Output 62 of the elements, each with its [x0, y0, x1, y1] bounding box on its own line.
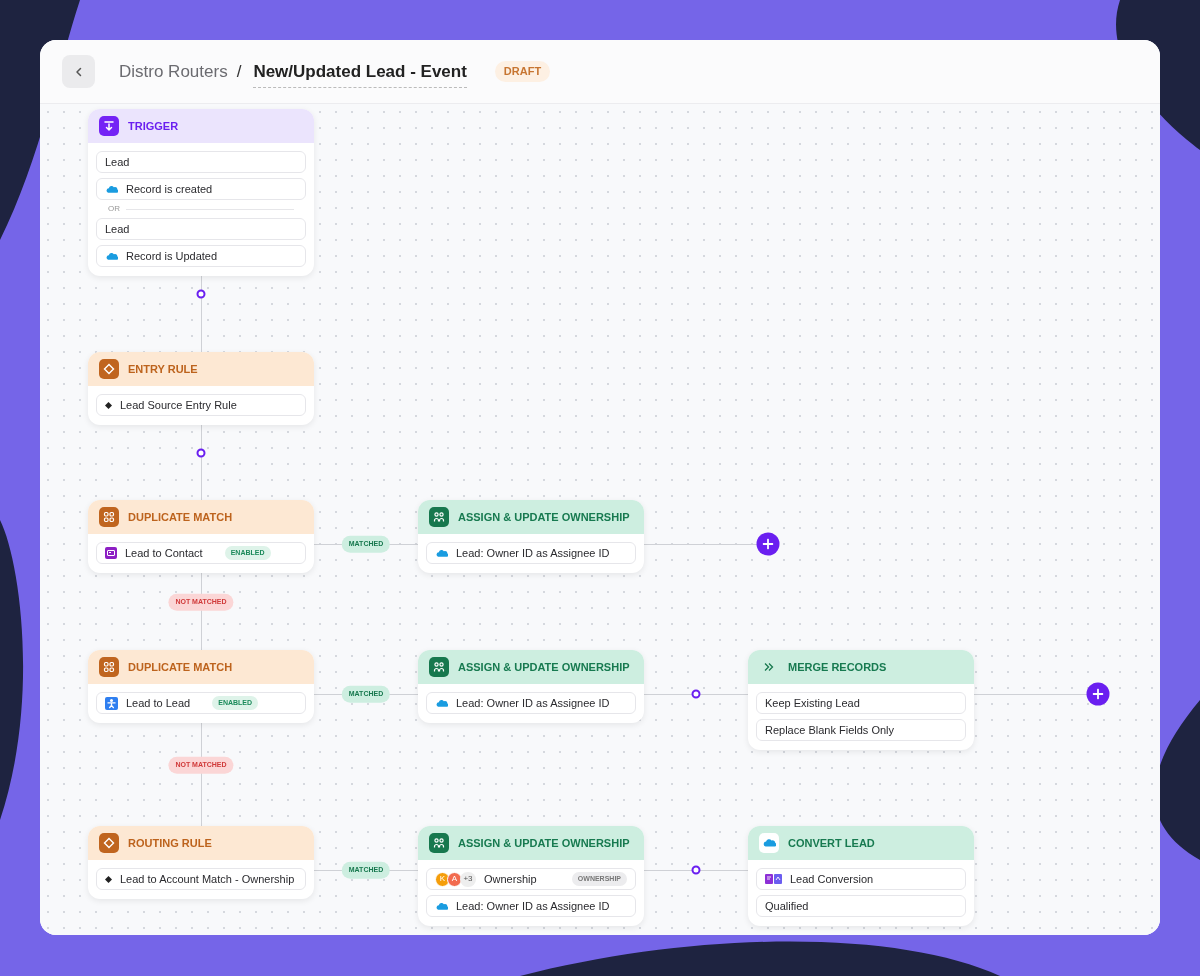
node-title: DUPLICATE MATCH	[128, 659, 233, 675]
node-title: ENTRY RULE	[128, 361, 198, 377]
diamond-icon	[103, 837, 115, 849]
breadcrumb-separator: /	[236, 60, 242, 83]
node-title: MERGE RECORDS	[788, 659, 887, 675]
flow-node-card[interactable]: ASSIGN & UPDATE OWNERSHIP Lead: Owner ID as Assignee ID	[418, 500, 644, 573]
node-title: DUPLICATE MATCH	[128, 509, 233, 525]
diamond-icon	[103, 363, 115, 375]
node-field-row[interactable]: Lead	[96, 218, 306, 240]
contact-card-icon	[105, 547, 117, 559]
people-icon	[433, 837, 445, 849]
grid-icon	[103, 661, 115, 673]
connector-handle[interactable]	[196, 448, 206, 458]
node-field-row[interactable]: Lead Conversion	[756, 868, 966, 890]
node-field-row[interactable]: Record is created	[96, 178, 306, 200]
status-badge: DRAFT	[494, 61, 551, 82]
plus-icon	[762, 538, 774, 550]
flow-node-card[interactable]: ASSIGN & UPDATE OWNERSHIP Lead: Owner ID as Assignee ID	[418, 650, 644, 723]
flow-node-card[interactable]: MERGE RECORDS Keep Existing Lead Replace Blank Fields Only	[748, 650, 974, 750]
flow-node-card[interactable]: ROUTING RULE Lead to Account Match - Ownership	[88, 826, 314, 899]
connector-handle[interactable]	[691, 865, 701, 875]
cloud-icon	[762, 836, 776, 850]
flow-node-card[interactable]: CONVERT LEAD Lead Conversion Qualified	[748, 826, 974, 926]
node-title: ROUTING RULE	[128, 835, 212, 851]
more-count: +3	[460, 871, 476, 887]
page-title[interactable]: New/Updated Lead - Event	[253, 58, 467, 89]
node-field-row[interactable]: Lead: Owner ID as Assignee ID	[426, 542, 636, 564]
diamond-icon	[105, 875, 112, 883]
arrow-down-icon	[103, 120, 115, 132]
node-field-row[interactable]: Lead: Owner ID as Assignee ID	[426, 895, 636, 917]
connector-handle[interactable]	[691, 689, 701, 699]
add-step-button[interactable]	[756, 532, 780, 556]
node-field-row[interactable]: Keep Existing Lead	[756, 692, 966, 714]
node-field-row[interactable]: Lead	[96, 151, 306, 173]
avatar: A	[447, 871, 462, 887]
node-title: ASSIGN & UPDATE OWNERSHIP	[458, 509, 630, 525]
node-field-row[interactable]: Record is Updated	[96, 245, 306, 267]
node-title: TRIGGER	[128, 118, 179, 134]
node-field-row[interactable]: Lead to Account Match - Ownership	[96, 868, 306, 890]
node-field-row[interactable]: Lead Source Entry Rule	[96, 394, 306, 416]
conversion-icon	[765, 874, 782, 884]
person-icon	[105, 696, 118, 710]
node-title: ASSIGN & UPDATE OWNERSHIP	[458, 835, 630, 851]
flow-node-card[interactable]: TRIGGER Lead Record is created OR Lead Record is Updated	[88, 109, 314, 276]
avatar: K	[435, 871, 450, 887]
add-step-button[interactable]	[1086, 682, 1110, 706]
node-title: CONVERT LEAD	[788, 835, 875, 851]
grid-icon	[103, 511, 115, 523]
connector-handle[interactable]	[196, 289, 206, 298]
people-icon	[433, 661, 445, 673]
plus-icon	[1092, 688, 1104, 700]
node-field-row[interactable]: Qualified	[756, 895, 966, 917]
or-separator: OR	[108, 205, 120, 213]
node-field-row[interactable]: Lead: Owner ID as Assignee ID	[426, 692, 636, 714]
flow-node-card[interactable]: ENTRY RULE Lead Source Entry Rule	[88, 352, 314, 425]
diamond-icon	[105, 401, 112, 409]
breadcrumb-link[interactable]: Distro Routers	[119, 58, 228, 85]
node-field-row[interactable]: Replace Blank Fields Only	[756, 719, 966, 741]
node-title: ASSIGN & UPDATE OWNERSHIP	[458, 659, 630, 675]
people-icon	[433, 511, 445, 523]
chevron-left-icon	[73, 66, 84, 77]
double-chevron-icon	[763, 661, 775, 673]
